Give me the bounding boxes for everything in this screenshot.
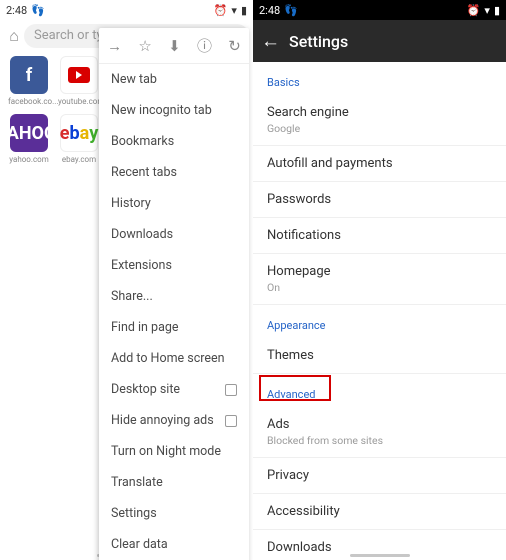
home-icon[interactable]: ⌂ xyxy=(4,26,24,46)
battery-icon: ▮ xyxy=(494,4,500,17)
menu-settings[interactable]: Settings xyxy=(99,498,249,529)
setting-title: Ads xyxy=(267,417,492,432)
setting-title: Search engine xyxy=(267,105,492,120)
setting-privacy[interactable]: Privacy xyxy=(253,458,506,494)
checkbox-icon[interactable] xyxy=(225,415,237,427)
menu-extensions[interactable]: Extensions xyxy=(99,250,249,281)
menu-share[interactable]: Share... xyxy=(99,281,249,312)
menu-downloads[interactable]: Downloads xyxy=(99,219,249,250)
alarm-icon: ⏰ xyxy=(467,4,481,17)
tile-label: youtube.com xyxy=(58,97,100,106)
tile-label: facebook.co... xyxy=(8,97,50,106)
reload-icon[interactable]: ↻ xyxy=(228,37,241,55)
menu-translate[interactable]: Translate xyxy=(99,467,249,498)
tile-ebay[interactable]: ebay ebay.com xyxy=(58,114,100,164)
nav-pill xyxy=(350,554,410,557)
overflow-menu: → ☆ ⬇ ⓘ ↻ New tab New incognito tab Book… xyxy=(99,28,249,560)
section-advanced: Advanced xyxy=(253,374,506,407)
menu-recent-tabs[interactable]: Recent tabs xyxy=(99,157,249,188)
tile-label: yahoo.com xyxy=(8,155,50,164)
menu-new-tab[interactable]: New tab xyxy=(99,64,249,95)
wifi-icon: ▾ xyxy=(231,4,237,17)
setting-themes[interactable]: Themes xyxy=(253,338,506,374)
menu-desktop-site[interactable]: Desktop site xyxy=(99,374,249,405)
checkbox-icon[interactable] xyxy=(225,384,237,396)
setting-search-engine[interactable]: Search engine Google xyxy=(253,95,506,146)
menu-bookmarks[interactable]: Bookmarks xyxy=(99,126,249,157)
facebook-icon: f xyxy=(10,56,48,94)
setting-autofill[interactable]: Autofill and payments xyxy=(253,146,506,182)
status-time: 2:48 xyxy=(259,4,280,17)
setting-sub: Blocked from some sites xyxy=(267,434,492,447)
setting-homepage[interactable]: Homepage On xyxy=(253,254,506,305)
setting-accessibility[interactable]: Accessibility xyxy=(253,494,506,530)
menu-hide-ads[interactable]: Hide annoying ads xyxy=(99,405,249,436)
setting-ads[interactable]: Ads Blocked from some sites xyxy=(253,407,506,458)
wifi-icon: ▾ xyxy=(484,4,490,17)
tile-yahoo[interactable]: YAHOO! yahoo.com xyxy=(8,114,50,164)
alarm-icon: ⏰ xyxy=(214,4,228,17)
info-icon[interactable]: ⓘ xyxy=(197,35,212,56)
yahoo-icon: YAHOO! xyxy=(10,114,48,152)
menu-night-mode[interactable]: Turn on Night mode xyxy=(99,436,249,467)
status-bar-right: 2:48 👣 ⏰ ▾ ▮ xyxy=(253,0,506,20)
settings-title: Settings xyxy=(289,32,348,51)
status-time: 2:48 xyxy=(6,4,27,17)
menu-new-incognito[interactable]: New incognito tab xyxy=(99,95,249,126)
section-appearance: Appearance xyxy=(253,305,506,338)
settings-header: ← Settings xyxy=(253,20,506,62)
setting-sub: Google xyxy=(267,122,492,135)
setting-passwords[interactable]: Passwords xyxy=(253,182,506,218)
back-icon[interactable]: ← xyxy=(261,29,289,53)
youtube-icon xyxy=(60,56,98,94)
setting-notifications[interactable]: Notifications xyxy=(253,218,506,254)
menu-clear-data[interactable]: Clear data xyxy=(99,529,249,560)
star-icon[interactable]: ☆ xyxy=(138,37,151,55)
section-basics: Basics xyxy=(253,62,506,95)
battery-icon: ▮ xyxy=(241,4,247,17)
status-glyph-left: 👣 xyxy=(31,4,45,17)
setting-title: Homepage xyxy=(267,264,492,279)
forward-icon[interactable]: → xyxy=(107,37,122,55)
download-icon[interactable]: ⬇ xyxy=(168,37,181,55)
tile-youtube[interactable]: youtube.com xyxy=(58,56,100,106)
menu-history[interactable]: History xyxy=(99,188,249,219)
setting-sub: On xyxy=(267,281,492,294)
status-glyph-left: 👣 xyxy=(284,4,298,17)
tile-facebook[interactable]: f facebook.co... xyxy=(8,56,50,106)
menu-add-home[interactable]: Add to Home screen xyxy=(99,343,249,374)
ebay-icon: ebay xyxy=(60,114,98,152)
tile-label: ebay.com xyxy=(58,155,100,164)
status-bar-left: 2:48 👣 ⏰ ▾ ▮ xyxy=(0,0,253,20)
menu-find-in-page[interactable]: Find in page xyxy=(99,312,249,343)
